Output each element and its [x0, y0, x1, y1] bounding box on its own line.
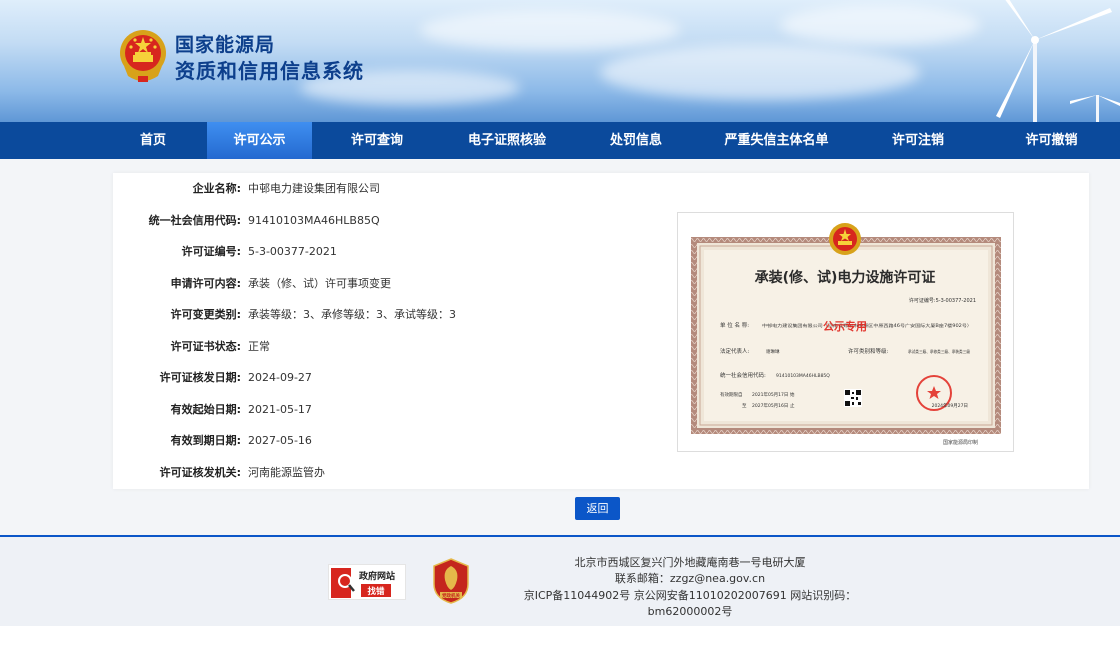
certificate-printed-by: 国家能源局印制 — [943, 439, 978, 446]
footer-email: 联系邮箱：zzgz@nea.gov.cn — [614, 572, 766, 585]
certificate-unit-label: 单 位 名 称: — [720, 321, 749, 329]
detail-label: 企业名称: — [192, 182, 241, 195]
gov-badge-line2: 找错 — [367, 586, 385, 597]
detail-label: 许可证核发机关: — [159, 466, 241, 479]
wind-turbine-illustration — [996, 0, 1120, 122]
detail-label: 申请许可内容: — [170, 277, 241, 290]
national-emblem-icon — [120, 30, 166, 82]
detail-label: 统一社会信用代码: — [148, 214, 241, 227]
party-government-badge[interactable]: 党政机关 — [432, 558, 470, 604]
certificate-title: 承装(修、试)电力设施许可证 — [755, 269, 936, 286]
main-content: 企业名称: 中邨电力建设集团有限公司 统一社会信用代码: 91410103MA4… — [0, 159, 1120, 535]
detail-value: 2024-09-27 — [248, 371, 312, 384]
certificate-category-value: 承试类三级、承修类三级、承装类三级 — [908, 348, 970, 354]
certificate-period-to-suffix: 止 — [790, 402, 795, 409]
party-badge-graphic: 党政机关 — [433, 558, 469, 604]
nav-item-dishonest-list[interactable]: 严重失信主体名单 — [700, 122, 853, 159]
footer: 政府网站 找错 党政机关 北京市西城区复兴门外地藏庵南巷一号电研大厦 联系邮箱：… — [0, 537, 1120, 626]
detail-value: 中邨电力建设集团有限公司 — [248, 182, 380, 195]
detail-value: 91410103MA46HLB85Q — [248, 214, 380, 227]
gov-site-error-report-badge[interactable]: 政府网站 找错 — [328, 564, 406, 600]
license-certificate-image[interactable]: 承装(修、试)电力设施许可证 许可证编号:5-3-00377-2021 单 位 … — [677, 212, 1014, 452]
main-nav: 首页 许可公示 许可查询 电子证照核验 处罚信息 严重失信主体名单 许可注销 许… — [0, 122, 1120, 159]
detail-value: 5-3-00377-2021 — [248, 245, 337, 258]
certificate-period-label: 有效期限自 — [720, 391, 743, 398]
certificate-legal-label: 法定代表人: — [720, 347, 750, 355]
footer-address: 北京市西城区复兴门外地藏庵南巷一号电研大厦 — [574, 556, 806, 569]
certificate-category-label: 许可类别和等级: — [848, 347, 889, 355]
detail-label: 许可变更类别: — [170, 308, 241, 321]
detail-label: 许可证编号: — [181, 245, 241, 258]
detail-label: 有效到期日期: — [170, 434, 241, 447]
nav-item-e-license-verify[interactable]: 电子证照核验 — [442, 122, 572, 159]
certificate-credit-value: 91410103MA46HLB85Q — [776, 373, 830, 379]
footer-icp: 京ICP备11044902号 京公网安备11010202007691 网站识别码… — [523, 589, 857, 618]
certificate-period-from: 2021年05月17日 — [752, 391, 788, 398]
back-button[interactable]: 返回 — [575, 497, 620, 520]
detail-value: 2021-05-17 — [248, 403, 312, 416]
certificate-number: 许可证编号:5-3-00377-2021 — [909, 297, 976, 304]
detail-value: 2027-05-16 — [248, 434, 312, 447]
certificate-period-to-prefix: 至 — [742, 403, 747, 409]
header-banner: 国家能源局 资质和信用信息系统 — [0, 0, 1120, 122]
site-title: 国家能源局 资质和信用信息系统 — [175, 33, 364, 85]
certificate-unit-value: 中邨电力建设集团有限公司（河南省郑州市中原区中原西路46号广安国际大厦B座7楼9… — [762, 322, 972, 328]
nav-item-license-cancel[interactable]: 许可注销 — [853, 122, 983, 159]
detail-value: 正常 — [248, 340, 270, 353]
detail-label: 有效起始日期: — [170, 403, 241, 416]
certificate-period-to: 2027年05月16日 — [752, 402, 788, 409]
certificate-watermark: 公示专用 — [823, 319, 867, 333]
certificate-issue-date: 2024年09月27日 — [932, 402, 968, 409]
qr-code-icon — [844, 389, 862, 407]
nav-item-penalty-info[interactable]: 处罚信息 — [572, 122, 700, 159]
site-title-line2: 资质和信用信息系统 — [175, 59, 364, 83]
gov-badge-line1: 政府网站 — [359, 570, 395, 582]
certificate-drawing: 承装(修、试)电力设施许可证 许可证编号:5-3-00377-2021 单 位 … — [691, 223, 1001, 446]
site-title-line1: 国家能源局 — [175, 34, 276, 56]
gov-badge-graphic: 政府网站 找错 — [331, 568, 395, 598]
nav-item-license-revoke[interactable]: 许可撤销 — [983, 122, 1120, 159]
detail-value: 河南能源监管办 — [248, 466, 325, 479]
certificate-legal-value: 谢琳琳 — [766, 348, 780, 355]
detail-value: 承装（修、试）许可事项变更 — [248, 277, 391, 290]
license-detail-panel: 企业名称: 中邨电力建设集团有限公司 统一社会信用代码: 91410103MA4… — [113, 173, 1089, 489]
certificate-credit-label: 统一社会信用代码: — [720, 371, 766, 379]
detail-value: 承装等级：3、承修等级：3、承试等级：3 — [248, 308, 456, 321]
detail-label: 许可证书状态: — [170, 340, 241, 353]
nav-item-license-publicity[interactable]: 许可公示 — [207, 122, 312, 159]
detail-label: 许可证核发日期: — [159, 371, 241, 384]
party-badge-label: 党政机关 — [442, 592, 460, 599]
nav-item-license-query[interactable]: 许可查询 — [312, 122, 442, 159]
nav-item-home[interactable]: 首页 — [99, 122, 207, 159]
certificate-period-from-suffix: 始 — [790, 391, 795, 398]
